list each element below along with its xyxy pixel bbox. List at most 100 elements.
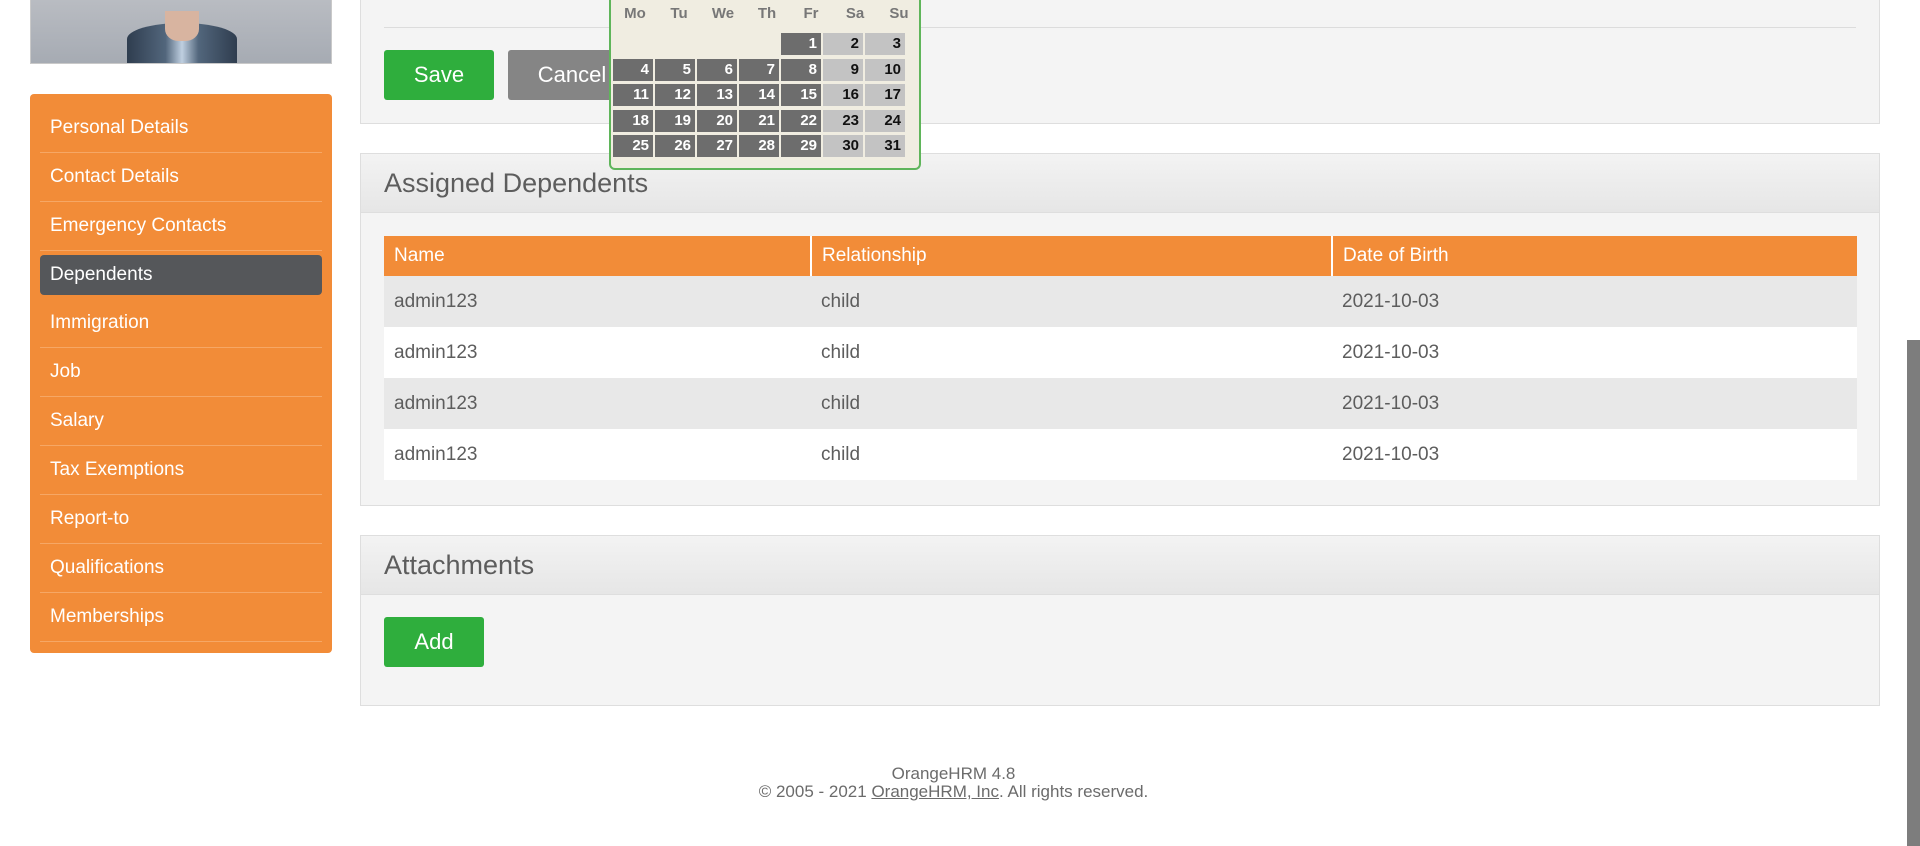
calendar-day[interactable]: 30 (823, 135, 863, 157)
sidebar-item-dependents[interactable]: Dependents (40, 255, 322, 295)
calendar-day[interactable]: 31 (865, 135, 905, 157)
dependent-name[interactable]: admin123 (384, 378, 811, 429)
add-attachment-button[interactable]: Add (384, 617, 484, 667)
calendar-empty-cell (613, 33, 653, 55)
calendar-day[interactable]: 29 (781, 135, 821, 157)
weekday-label: Sa (845, 5, 865, 22)
dependent-relationship: child (811, 327, 1332, 378)
calendar-day[interactable]: 12 (655, 84, 695, 106)
calendar-day[interactable]: 18 (613, 109, 653, 132)
assigned-dependents-title: Assigned Dependents (361, 154, 1879, 213)
calendar-day[interactable]: 27 (697, 135, 737, 157)
calendar-day[interactable]: 4 (613, 58, 653, 81)
table-row[interactable]: admin123 child 2021-10-03 (384, 327, 1857, 378)
calendar-day[interactable]: 17 (865, 84, 905, 106)
calendar-day[interactable]: 3 (865, 33, 905, 55)
calendar-day[interactable]: 11 (613, 84, 653, 106)
sidebar-item-contact-details[interactable]: Contact Details (40, 153, 322, 202)
calendar-day[interactable]: 21 (739, 109, 779, 132)
weekday-label: Su (889, 5, 909, 22)
save-button[interactable]: Save (384, 50, 494, 100)
dependent-name[interactable]: admin123 (384, 327, 811, 378)
weekday-label: Mo (624, 5, 646, 22)
calendar-day[interactable]: 10 (865, 58, 905, 81)
photo-neck (165, 11, 199, 41)
dependent-form-panel: Save Cancel (360, 0, 1880, 124)
calendar-day[interactable]: 8 (781, 58, 821, 81)
company-link[interactable]: OrangeHRM, Inc (871, 782, 999, 801)
calendar-day[interactable]: 19 (655, 109, 695, 132)
assigned-dependents-panel: Assigned Dependents Name Relationship Da… (360, 153, 1880, 506)
table-row[interactable]: admin123 child 2021-10-03 (384, 378, 1857, 429)
sidebar-item-job[interactable]: Job (40, 348, 322, 397)
weekday-label: We (711, 5, 735, 22)
weekday-label: Th (757, 5, 777, 22)
dependents-table: Name Relationship Date of Birth admin123… (384, 236, 1857, 480)
scrollbar-thumb[interactable] (1907, 340, 1920, 846)
calendar-day[interactable]: 26 (655, 135, 695, 157)
footer-version: OrangeHRM 4.8 (891, 764, 1016, 783)
calendar-day[interactable]: 2 (823, 33, 863, 55)
calendar-day[interactable]: 16 (823, 84, 863, 106)
calendar-day[interactable]: 22 (781, 109, 821, 132)
calendar-day[interactable]: 20 (697, 109, 737, 132)
dependent-dob: 2021-10-03 (1332, 276, 1857, 327)
calendar-day[interactable]: 5 (655, 58, 695, 81)
table-row[interactable]: admin123 child 2021-10-03 (384, 429, 1857, 480)
calendar-day[interactable]: 6 (697, 58, 737, 81)
calendar-grid: Mo Tu We Th Fr Sa Su 1 2 3 4 5 6 7 8 9 10 11 12 13 14… (613, 4, 921, 160)
column-relationship[interactable]: Relationship (811, 236, 1333, 276)
date-picker-popup: Mo Tu We Th Fr Sa Su 1 2 3 4 5 6 7 8 9 10 11 12 13 14… (609, 0, 921, 170)
dependent-relationship: child (811, 276, 1332, 327)
calendar-empty-cell (697, 33, 737, 55)
copyright-suffix: . All rights reserved. (998, 782, 1149, 801)
sidebar-nav: Personal Details Contact Details Emergen… (30, 94, 332, 653)
attachments-title: Attachments (361, 536, 1879, 595)
sidebar-item-qualifications[interactable]: Qualifications (40, 544, 322, 593)
weekday-label: Tu (670, 5, 688, 22)
calendar-day[interactable]: 15 (781, 84, 821, 106)
sidebar-item-report-to[interactable]: Report-to (40, 495, 322, 544)
calendar-week-row: 123 (613, 32, 921, 58)
column-date-of-birth[interactable]: Date of Birth (1332, 236, 1857, 276)
dependent-name[interactable]: admin123 (384, 276, 811, 327)
calendar-week-row: 4 5 6 7 8 9 10 (613, 58, 921, 84)
copyright-prefix: © 2005 - 2021 (758, 782, 872, 801)
calendar-days: 1 2 3 4 5 6 7 8 9 10 11 12 13 14 15 16 17 18 19 20 21 22 23 24 2… (613, 32, 921, 160)
page-scrollbar[interactable] (1907, 0, 1920, 846)
calendar-day[interactable]: 28 (739, 135, 779, 157)
table-header-row: Name Relationship Date of Birth (384, 236, 1857, 276)
calendar-day[interactable]: 9 (823, 58, 863, 81)
sidebar-item-immigration[interactable]: Immigration (40, 299, 322, 348)
dependent-dob: 2021-10-03 (1332, 429, 1857, 480)
weekday-label: Fr (803, 5, 819, 22)
dependent-dob: 2021-10-03 (1332, 327, 1857, 378)
calendar-day[interactable]: 7 (739, 58, 779, 81)
sidebar-item-memberships[interactable]: Memberships (40, 593, 322, 642)
footer-copyright: © 2005 - 2021 OrangeHRM, Inc. All rights… (0, 782, 1907, 802)
calendar-day[interactable]: 13 (697, 84, 737, 106)
table-row[interactable]: admin123 child 2021-10-03 (384, 276, 1857, 327)
dependent-dob: 2021-10-03 (1332, 378, 1857, 429)
calendar-empty-cell (739, 33, 779, 55)
dependent-name[interactable]: admin123 (384, 429, 811, 480)
calendar-day[interactable]: 1 (781, 33, 821, 55)
sidebar-item-personal-details[interactable]: Personal Details (40, 104, 322, 153)
form-divider (384, 27, 1856, 28)
calendar-day[interactable]: 24 (865, 109, 905, 132)
column-name[interactable]: Name (384, 236, 812, 276)
calendar-week-row: 11 12 13 14 15 16 17 (613, 83, 921, 109)
weekday-header: Mo Tu We Th Fr Sa Su (613, 4, 921, 32)
sidebar-item-tax-exemptions[interactable]: Tax Exemptions (40, 446, 322, 495)
sidebar-item-emergency-contacts[interactable]: Emergency Contacts (40, 202, 322, 251)
profile-photo[interactable] (30, 0, 332, 64)
dependent-relationship: child (811, 429, 1332, 480)
dependent-relationship: child (811, 378, 1332, 429)
calendar-week-row: 18 19 20 21 22 23 24 (613, 109, 921, 135)
calendar-day[interactable]: 25 (613, 135, 653, 157)
calendar-week-row: 25 26 27 28 29 30 31 (613, 134, 921, 160)
sidebar-item-salary[interactable]: Salary (40, 397, 322, 446)
calendar-day[interactable]: 14 (739, 84, 779, 106)
calendar-empty-cell (655, 33, 695, 55)
calendar-day[interactable]: 23 (823, 109, 863, 132)
